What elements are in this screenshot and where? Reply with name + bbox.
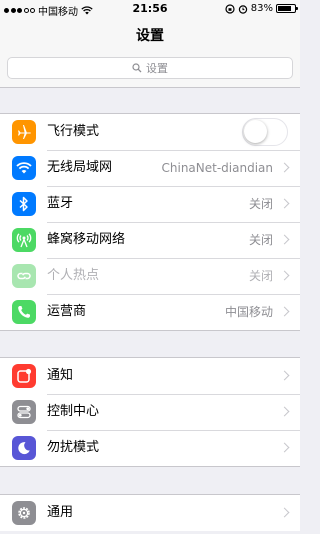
orientation-lock-icon (225, 3, 235, 14)
battery-percent: 83% (250, 3, 273, 14)
settings-row-wifi[interactable]: 无线局域网 ChinaNet-diandian (0, 150, 300, 186)
chevron-right-icon (279, 507, 290, 518)
search-placeholder: 设置 (146, 62, 168, 75)
battery-icon (276, 4, 298, 13)
search-area: 设置 (0, 50, 300, 88)
row-label: 勿扰模式 (47, 440, 100, 455)
chevron-right-icon (279, 370, 290, 381)
row-label: 飞行模式 (47, 124, 100, 139)
row-value: 中国移动 (224, 305, 273, 319)
status-bar: 中国移动 21:56 83% (0, 0, 300, 18)
gear-icon (12, 501, 36, 525)
search-input[interactable]: 设置 (7, 57, 293, 79)
page-title: 设置 (136, 28, 164, 44)
row-value: 关闭 (248, 269, 273, 283)
nav-bar: 设置 (0, 18, 300, 50)
hotspot-icon (12, 264, 36, 288)
row-value: 关闭 (248, 197, 273, 211)
general-settings-group: 通用 (0, 494, 300, 531)
cellular-icon (12, 228, 36, 252)
settings-row-general[interactable]: 通用 (0, 495, 300, 531)
phone-icon (12, 300, 36, 324)
chevron-right-icon (279, 442, 290, 453)
row-label: 无线局域网 (47, 160, 113, 175)
settings-row-cellular[interactable]: 蜂窝移动网络 关闭 (0, 222, 300, 258)
row-label: 运营商 (47, 304, 87, 319)
settings-row-carrier[interactable]: 运营商 中国移动 (0, 294, 300, 330)
control-center-icon (12, 400, 36, 424)
row-label: 通用 (47, 505, 74, 520)
chevron-right-icon (279, 198, 290, 209)
settings-row-personal-hotspot[interactable]: 个人热点 关闭 (0, 258, 300, 294)
airplane-icon (12, 120, 36, 144)
bluetooth-icon (12, 192, 36, 216)
settings-row-bluetooth[interactable]: 蓝牙 关闭 (0, 186, 300, 222)
row-label: 蓝牙 (47, 196, 74, 211)
settings-row-control-center[interactable]: 控制中心 (0, 394, 300, 430)
chevron-right-icon (279, 162, 290, 173)
alarm-icon (238, 4, 247, 14)
chevron-right-icon (279, 234, 290, 245)
row-label: 控制中心 (47, 404, 100, 419)
airplane-mode-toggle[interactable] (242, 118, 288, 146)
moon-icon (12, 436, 36, 460)
row-value: 关闭 (248, 233, 273, 247)
network-settings-group: 飞行模式 无线局域网 ChinaNet-diandian 蓝牙 关闭 蜂窝移动网… (0, 113, 300, 331)
search-icon (132, 63, 142, 73)
chevron-right-icon (279, 406, 290, 417)
row-label: 通知 (47, 368, 74, 383)
settings-row-notifications[interactable]: 通知 (0, 358, 300, 394)
notifications-icon (12, 364, 36, 388)
chevron-right-icon (279, 306, 290, 317)
notifications-settings-group: 通知 控制中心 勿扰模式 (0, 357, 300, 467)
row-value: ChinaNet-diandian (161, 161, 274, 175)
settings-row-do-not-disturb[interactable]: 勿扰模式 (0, 430, 300, 466)
status-right: 83% (225, 3, 298, 14)
row-label: 个人热点 (47, 268, 100, 283)
wifi-icon (12, 156, 36, 180)
chevron-right-icon (279, 270, 290, 281)
settings-row-airplane-mode[interactable]: 飞行模式 (0, 114, 300, 150)
row-label: 蜂窝移动网络 (47, 232, 126, 247)
